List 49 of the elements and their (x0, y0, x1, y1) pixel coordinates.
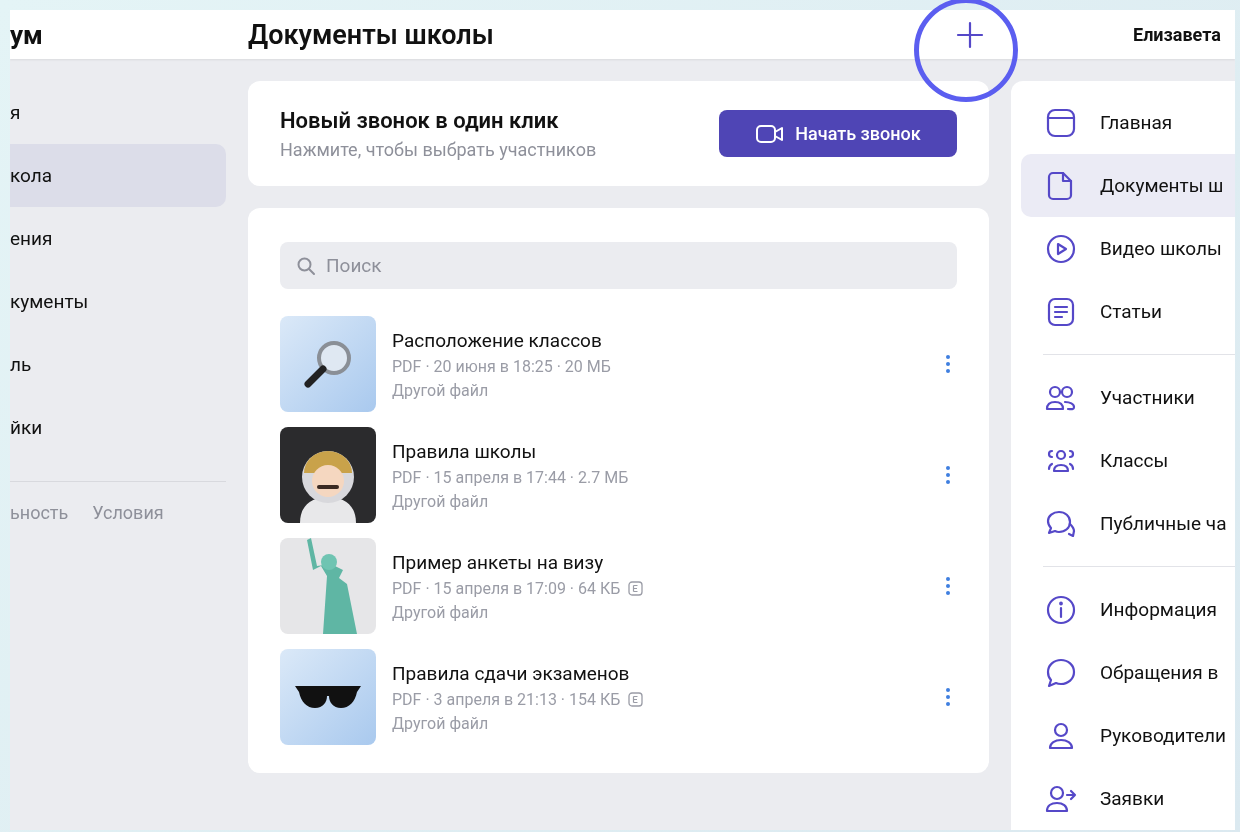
sidebar-item[interactable]: кола (10, 144, 226, 207)
call-subtitle: Нажмите, чтобы выбрать участников (280, 138, 597, 160)
encrypted-badge-icon (628, 580, 644, 596)
sidebar-item[interactable]: йки (10, 396, 226, 459)
file-category: Другой файл (392, 380, 490, 400)
file-name[interactable]: Расположение классов (392, 328, 923, 352)
file-meta: PDF · 15 апреля в 17:09 · 64 КБ (392, 578, 621, 598)
nav-item[interactable]: Видео школы (1021, 217, 1235, 280)
file-meta: PDF · 15 апреля в 17:44 · 2.7 МБ (392, 467, 629, 487)
sidebar-item[interactable]: я (10, 81, 226, 144)
search-field[interactable]: Поиск (280, 242, 957, 289)
file-name[interactable]: Правила школы (392, 439, 923, 463)
window-icon (1045, 106, 1077, 139)
file-category: Другой файл (392, 713, 490, 733)
file-thumbnail[interactable] (280, 649, 376, 745)
call-title: Новый звонок в один клик (280, 107, 560, 133)
file-thumbnail[interactable] (280, 316, 376, 412)
encrypted-badge-icon (628, 691, 644, 707)
sidebar-item[interactable]: ль (10, 333, 226, 396)
article-icon (1045, 295, 1077, 328)
file-category: Другой файл (392, 602, 490, 622)
file-thumbnail[interactable] (280, 538, 376, 634)
file-meta: PDF · 20 июня в 18:25 · 20 МБ (392, 356, 611, 376)
nav-item[interactable]: Главная (1021, 91, 1235, 154)
file-category: Другой файл (392, 491, 490, 511)
nav-item[interactable]: Информация (1021, 578, 1235, 641)
video-camera-icon (755, 122, 786, 145)
file-meta: PDF · 3 апреля в 21:13 · 154 КБ (392, 689, 621, 709)
page-title: Документы школы (248, 18, 494, 51)
nav-item[interactable]: Классы (1021, 429, 1235, 492)
nav-item[interactable]: Обращения в (1021, 641, 1235, 704)
play-icon (1045, 232, 1077, 265)
file-name[interactable]: Правила сдачи экзаменов (392, 661, 923, 685)
nav-item[interactable]: Участники (1021, 366, 1235, 429)
chat-icon (1045, 656, 1077, 689)
nav-item[interactable]: Документы ш (1021, 154, 1235, 217)
app-logo: ум (10, 19, 43, 50)
sidebar-item[interactable]: ения (10, 207, 226, 270)
nav-item[interactable]: Статьи (1021, 280, 1235, 343)
sidebar-item[interactable]: кументы (10, 270, 226, 333)
nav-item[interactable]: Руководители (1021, 704, 1235, 767)
nav-item[interactable]: Публичные ча (1021, 492, 1235, 555)
start-call-button[interactable]: Начать звонок (719, 110, 957, 157)
user-name[interactable]: Елизавета (1133, 24, 1221, 45)
nav-item[interactable]: Заявки (1021, 767, 1235, 830)
plus-icon (955, 19, 985, 50)
file-name[interactable]: Пример анкеты на визу (392, 550, 923, 574)
file-thumbnail[interactable] (280, 427, 376, 523)
info-icon (1045, 593, 1077, 626)
